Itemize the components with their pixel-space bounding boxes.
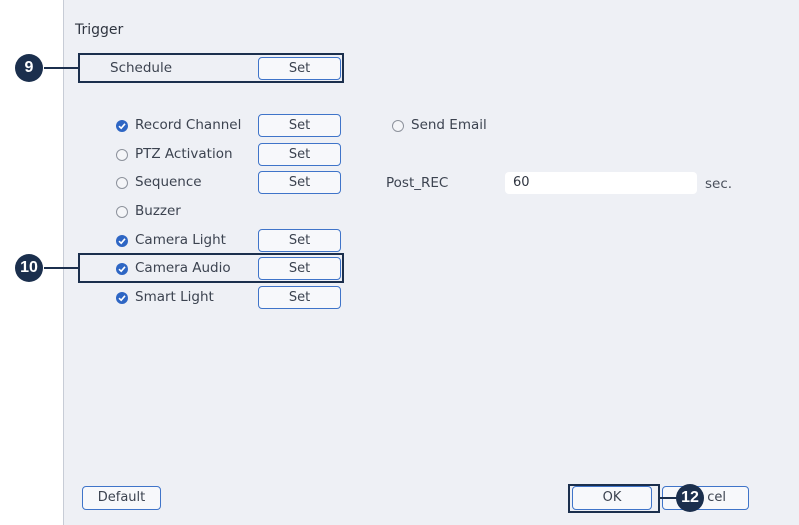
send-email-label: Send Email [411, 117, 487, 133]
sequence-checkbox[interactable] [116, 177, 128, 189]
camera-light-label: Camera Light [135, 232, 226, 248]
camera-light-checkbox[interactable] [116, 235, 128, 247]
ptz-activation-set-button[interactable]: Set [258, 143, 341, 166]
ok-callout-line [659, 497, 677, 499]
smart-light-set-button[interactable]: Set [258, 286, 341, 309]
default-button[interactable]: Default [82, 486, 161, 510]
buzzer-label: Buzzer [135, 203, 181, 219]
ok-callout-box [568, 484, 660, 513]
sequence-set-button[interactable]: Set [258, 171, 341, 194]
check-icon [118, 238, 126, 245]
camera-audio-callout-line [44, 267, 79, 269]
ptz-activation-label: PTZ Activation [135, 146, 233, 162]
buzzer-checkbox[interactable] [116, 206, 128, 218]
section-title: Trigger [75, 22, 124, 38]
smart-light-label: Smart Light [135, 289, 214, 305]
camera-audio-callout-badge: 10 [15, 254, 43, 282]
camera-light-set-button[interactable]: Set [258, 229, 341, 252]
post-rec-input[interactable]: 60 [505, 172, 697, 194]
ptz-activation-checkbox[interactable] [116, 149, 128, 161]
check-icon [118, 123, 126, 130]
send-email-checkbox[interactable] [392, 120, 404, 132]
schedule-callout-box [78, 53, 344, 83]
smart-light-checkbox[interactable] [116, 292, 128, 304]
camera-audio-callout-box [78, 253, 344, 283]
record-channel-set-button[interactable]: Set [258, 114, 341, 137]
schedule-callout-line [44, 67, 79, 69]
check-icon [118, 295, 126, 302]
schedule-callout-badge: 9 [15, 54, 43, 82]
post-rec-label: Post_REC [386, 175, 449, 191]
sequence-label: Sequence [135, 174, 202, 190]
record-channel-label: Record Channel [135, 117, 242, 133]
record-channel-checkbox[interactable] [116, 120, 128, 132]
ok-callout-badge: 12 [676, 484, 704, 512]
post-rec-unit: sec. [705, 176, 733, 192]
